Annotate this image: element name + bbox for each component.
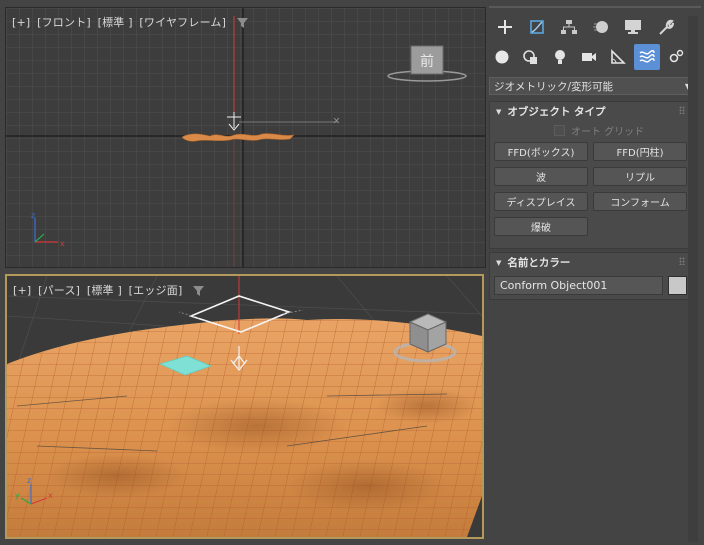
- object-type-title: オブジェクト タイプ: [507, 106, 606, 118]
- viewport-menu-plus[interactable]: [+]: [12, 16, 30, 29]
- perspective-viewport-label[interactable]: [+] [パース] [標準 ] [エッジ面]: [13, 282, 205, 298]
- svg-text:z: z: [31, 211, 35, 220]
- utilities-wrench-icon[interactable]: [649, 14, 681, 40]
- bomb-button[interactable]: 爆破: [494, 217, 588, 236]
- svg-text:y: y: [15, 491, 20, 500]
- geometry-sphere-icon[interactable]: [489, 44, 515, 70]
- displace-button[interactable]: ディスプレイス: [494, 192, 588, 211]
- name-and-color-rollout: ▼ 名前とカラー Conform Object001: [489, 252, 692, 300]
- viewport-shading-standard[interactable]: [標準 ]: [87, 284, 122, 297]
- command-panel-main-tabs: [489, 14, 681, 40]
- ffd-box-button[interactable]: FFD(ボックス): [494, 142, 588, 161]
- create-plus-icon[interactable]: [489, 14, 521, 40]
- name-and-color-rollout-header[interactable]: ▼ 名前とカラー: [490, 253, 691, 272]
- systems-icon[interactable]: [663, 44, 689, 70]
- rollout-collapse-icon: ▼: [496, 258, 502, 267]
- view-cube[interactable]: 前: [386, 42, 468, 84]
- hierarchy-icon[interactable]: [553, 14, 585, 40]
- auto-grid-checkbox[interactable]: オート グリッド: [554, 123, 644, 138]
- name-and-color-title: 名前とカラー: [507, 257, 571, 269]
- front-viewport-label[interactable]: [+] [フロント] [標準 ] [ワイヤフレーム]: [12, 14, 248, 30]
- command-panel: ジオメトリック/変形可能 ▼ ▼ オブジェクト タイプ オート グリッド FFD…: [489, 6, 701, 542]
- display-icon[interactable]: [617, 14, 649, 40]
- auto-grid-label: オート グリッド: [571, 127, 645, 138]
- object-name-input[interactable]: Conform Object001: [494, 276, 663, 295]
- wave-button[interactable]: 波: [494, 167, 588, 186]
- svg-text:前: 前: [420, 53, 434, 70]
- modify-icon[interactable]: [521, 14, 553, 40]
- filter-icon[interactable]: [236, 18, 248, 28]
- conform-button[interactable]: コンフォーム: [593, 192, 687, 211]
- perspective-view-cube[interactable]: [392, 308, 458, 364]
- filter-icon[interactable]: [193, 286, 205, 296]
- object-type-rollout: ▼ オブジェクト タイプ オート グリッド FFD(ボックス) FFD(円柱) …: [489, 101, 692, 249]
- command-panel-scrollbar[interactable]: [688, 16, 698, 542]
- rollout-collapse-icon: ▼: [496, 107, 502, 116]
- space-warps-icon[interactable]: [634, 44, 660, 70]
- perspective-viewport[interactable]: z x y [+] [パース] [標準 ] [エッジ面]: [5, 274, 484, 539]
- checkbox-box[interactable]: [554, 125, 565, 136]
- viewport-shading-standard[interactable]: [標準 ]: [98, 16, 133, 29]
- svg-text:x: x: [48, 491, 53, 500]
- shapes-icon[interactable]: [518, 44, 544, 70]
- svg-text:x: x: [60, 239, 65, 248]
- rollout-grip-icon[interactable]: [679, 106, 685, 114]
- viewport-display-mode[interactable]: [エッジ面]: [129, 284, 183, 297]
- viewport-point-of-view[interactable]: [フロント]: [37, 16, 91, 29]
- viewport-menu-plus[interactable]: [+]: [13, 284, 31, 297]
- viewport-display-mode[interactable]: [ワイヤフレーム]: [139, 16, 226, 29]
- create-category-tabs: [489, 44, 692, 70]
- front-viewport[interactable]: z x 前 [+] [フロント] [標準 ] [ワイヤフレーム]: [5, 7, 486, 268]
- helpers-icon[interactable]: [605, 44, 631, 70]
- category-dropdown-value: ジオメトリック/変形可能: [494, 80, 614, 93]
- rollout-grip-icon[interactable]: [679, 257, 685, 265]
- cameras-icon[interactable]: [576, 44, 602, 70]
- panel-top-divider: [489, 6, 701, 8]
- category-dropdown[interactable]: ジオメトリック/変形可能 ▼: [489, 77, 698, 95]
- svg-text:z: z: [27, 476, 31, 485]
- lights-icon[interactable]: [547, 44, 573, 70]
- ffd-cylinder-button[interactable]: FFD(円柱): [593, 142, 687, 161]
- ripple-button[interactable]: リプル: [593, 167, 687, 186]
- motion-icon[interactable]: [585, 14, 617, 40]
- object-color-swatch[interactable]: [668, 276, 687, 295]
- viewport-point-of-view[interactable]: [パース]: [38, 284, 80, 297]
- object-type-rollout-header[interactable]: ▼ オブジェクト タイプ: [490, 102, 691, 121]
